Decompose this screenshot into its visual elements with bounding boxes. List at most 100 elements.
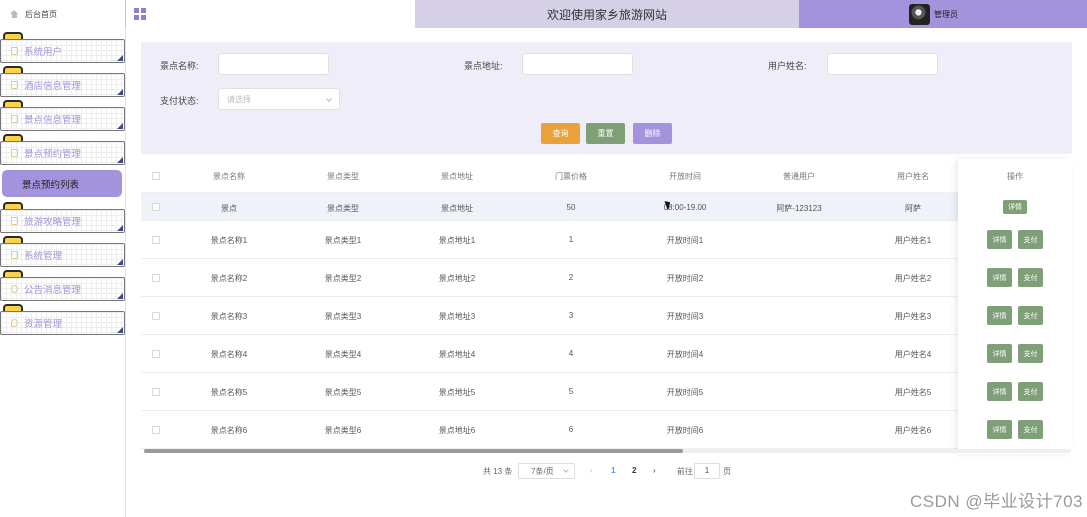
cell-address: 景点地址4 [438,350,476,359]
row-checkbox[interactable] [152,274,160,282]
clock-icon [11,285,18,293]
row-checkbox[interactable] [152,236,160,244]
pin-icon [11,319,18,327]
pay-status-placeholder: 请选择 [227,94,251,104]
cell-username: 用户姓名5 [894,388,932,397]
page-2[interactable]: 2 [632,466,636,475]
table-row[interactable]: 景点名称4 景点类型4 景点地址4 4 开放时间4 用户姓名4 [141,335,1072,373]
cell-address: 景点地址2 [438,274,476,283]
page-size-select[interactable]: 7条/页 [518,463,575,479]
column-header: 景点类型 [327,172,359,181]
corner-fold-icon [117,123,123,129]
cell-price: 4 [568,349,574,358]
pay-status-label: 支付状态: [160,96,199,106]
sidebar-item-system[interactable]: 系统管理 [0,243,125,267]
cell-open-time: 开放时间6 [666,426,704,435]
sidebar-item-resources[interactable]: 资源管理 [0,311,125,335]
table-row[interactable]: 景点名称2 景点类型2 景点地址2 2 开放时间2 用户姓名2 [141,259,1072,297]
cell-type: 景点类型3 [324,312,362,321]
goto-page-input[interactable]: 1 [694,463,720,479]
sidebar-item-reservation-list[interactable]: 景点预约列表 [2,170,122,197]
cell-username: 用户姓名3 [894,312,932,321]
sidebar-item-notice[interactable]: 公告消息管理 [0,277,125,301]
detail-button[interactable]: 详情 [987,230,1012,249]
pay-button[interactable]: 支付 [1018,420,1043,439]
scenic-name-input[interactable] [218,53,329,75]
row-checkbox[interactable] [152,426,160,434]
doc-icon [11,149,18,157]
horizontal-scrollbar-thumb[interactable] [144,449,683,453]
row-checkbox[interactable] [152,312,160,320]
cell-username: 用户姓名6 [894,426,932,435]
cell-name: 景点名称2 [210,274,248,283]
table-header: 景点名称 景点类型 景点地址 门票价格 开放时间 普通用户 用户姓名 [141,159,1072,193]
data-table: 景点名称 景点类型 景点地址 门票价格 开放时间 普通用户 用户姓名 景点 景点… [141,159,1072,454]
pay-status-select[interactable]: 请选择 [218,88,340,110]
home-icon [10,10,19,18]
delete-button[interactable]: 删除 [633,123,672,144]
cell-username: 用户姓名4 [894,350,932,359]
column-header: 门票价格 [555,172,587,181]
goto-label: 前往 [677,467,693,476]
pay-button[interactable]: 支付 [1018,230,1043,249]
next-page-icon[interactable]: › [653,466,656,475]
sidebar-item-label: 景点预约管理 [24,149,82,160]
table-row[interactable]: 景点名称3 景点类型3 景点地址3 3 开放时间3 用户姓名3 [141,297,1072,335]
chevron-down-icon [563,467,569,473]
user-name-label: 用户姓名: [768,61,807,71]
detail-button[interactable]: 详情 [987,420,1012,439]
home-link[interactable]: 后台首页 [0,0,126,28]
user-menu[interactable]: 管理员 [799,0,1087,28]
row-checkbox[interactable] [152,388,160,396]
app-root: 后台首页 欢迎使用家乡旅游网站 管理员 系统用户 酒店信息管理 景点信息管理 景… [0,0,1087,517]
sidebar-item-hotel[interactable]: 酒店信息管理 [0,73,125,97]
detail-button[interactable]: 详情 [987,306,1012,325]
table-row[interactable]: 景点 景点类型 景点地址 50 08:00-19.00 阿萨-123123 阿萨 [141,193,1072,221]
watermark: CSDN @毕业设计703 [909,492,1083,511]
sidebar-item-guides[interactable]: 旅游攻略管理 [0,209,125,233]
row-checkbox[interactable] [152,203,160,211]
cell-open-time: 开放时间5 [666,388,704,397]
pay-button[interactable]: 支付 [1018,344,1043,363]
cell-name: 景点 [221,204,237,213]
cell-type: 景点类型1 [324,236,362,245]
column-header: 开放时间 [669,172,701,181]
detail-button[interactable]: 详情 [987,344,1012,363]
column-header: 用户姓名 [897,172,929,181]
detail-button[interactable]: 详情 [987,268,1012,287]
query-button[interactable]: 查询 [541,123,580,144]
user-name-input[interactable] [827,53,938,75]
doc-icon [11,81,18,89]
sidebar: 系统用户 酒店信息管理 景点信息管理 景点预约管理 景点预约列表 旅游攻略管理 [0,28,126,517]
pay-button[interactable]: 支付 [1018,268,1043,287]
sidebar-item-label: 酒店信息管理 [24,81,82,92]
row-checkbox[interactable] [152,350,160,358]
prev-page-icon[interactable]: ‹ [590,466,593,475]
sidebar-item-scenic-info[interactable]: 景点信息管理 [0,107,125,131]
corner-fold-icon [117,55,123,61]
doc-icon [11,251,18,259]
detail-button[interactable]: 详情 [987,382,1012,401]
pay-button[interactable]: 支付 [1018,306,1043,325]
select-all-checkbox[interactable] [152,172,160,180]
cell-username: 用户姓名1 [894,236,932,245]
cell-type: 景点类型2 [324,274,362,283]
menu-toggle-button[interactable] [126,0,415,28]
cell-type: 景点类型 [327,204,359,213]
cell-name: 景点名称1 [210,236,248,245]
table-row[interactable]: 景点名称5 景点类型5 景点地址5 5 开放时间5 用户姓名5 [141,373,1072,411]
corner-fold-icon [117,225,123,231]
cell-price: 1 [568,235,574,244]
sidebar-item-reservation[interactable]: 景点预约管理 [0,141,125,165]
pay-button[interactable]: 支付 [1018,382,1043,401]
table-row[interactable]: 景点名称1 景点类型1 景点地址1 1 开放时间1 用户姓名1 [141,221,1072,259]
table-row[interactable]: 景点名称6 景点类型6 景点地址6 6 开放时间6 用户姓名6 [141,411,1072,449]
page-size-value: 7条/页 [531,466,554,476]
scenic-address-input[interactable] [522,53,633,75]
reset-button[interactable]: 重置 [586,123,625,144]
detail-button[interactable]: 详情 [1003,200,1027,214]
sidebar-item-system-users[interactable]: 系统用户 [0,39,125,63]
cell-address: 景点地址1 [438,236,476,245]
page-1[interactable]: 1 [611,466,615,475]
column-header: 景点地址 [441,172,473,181]
